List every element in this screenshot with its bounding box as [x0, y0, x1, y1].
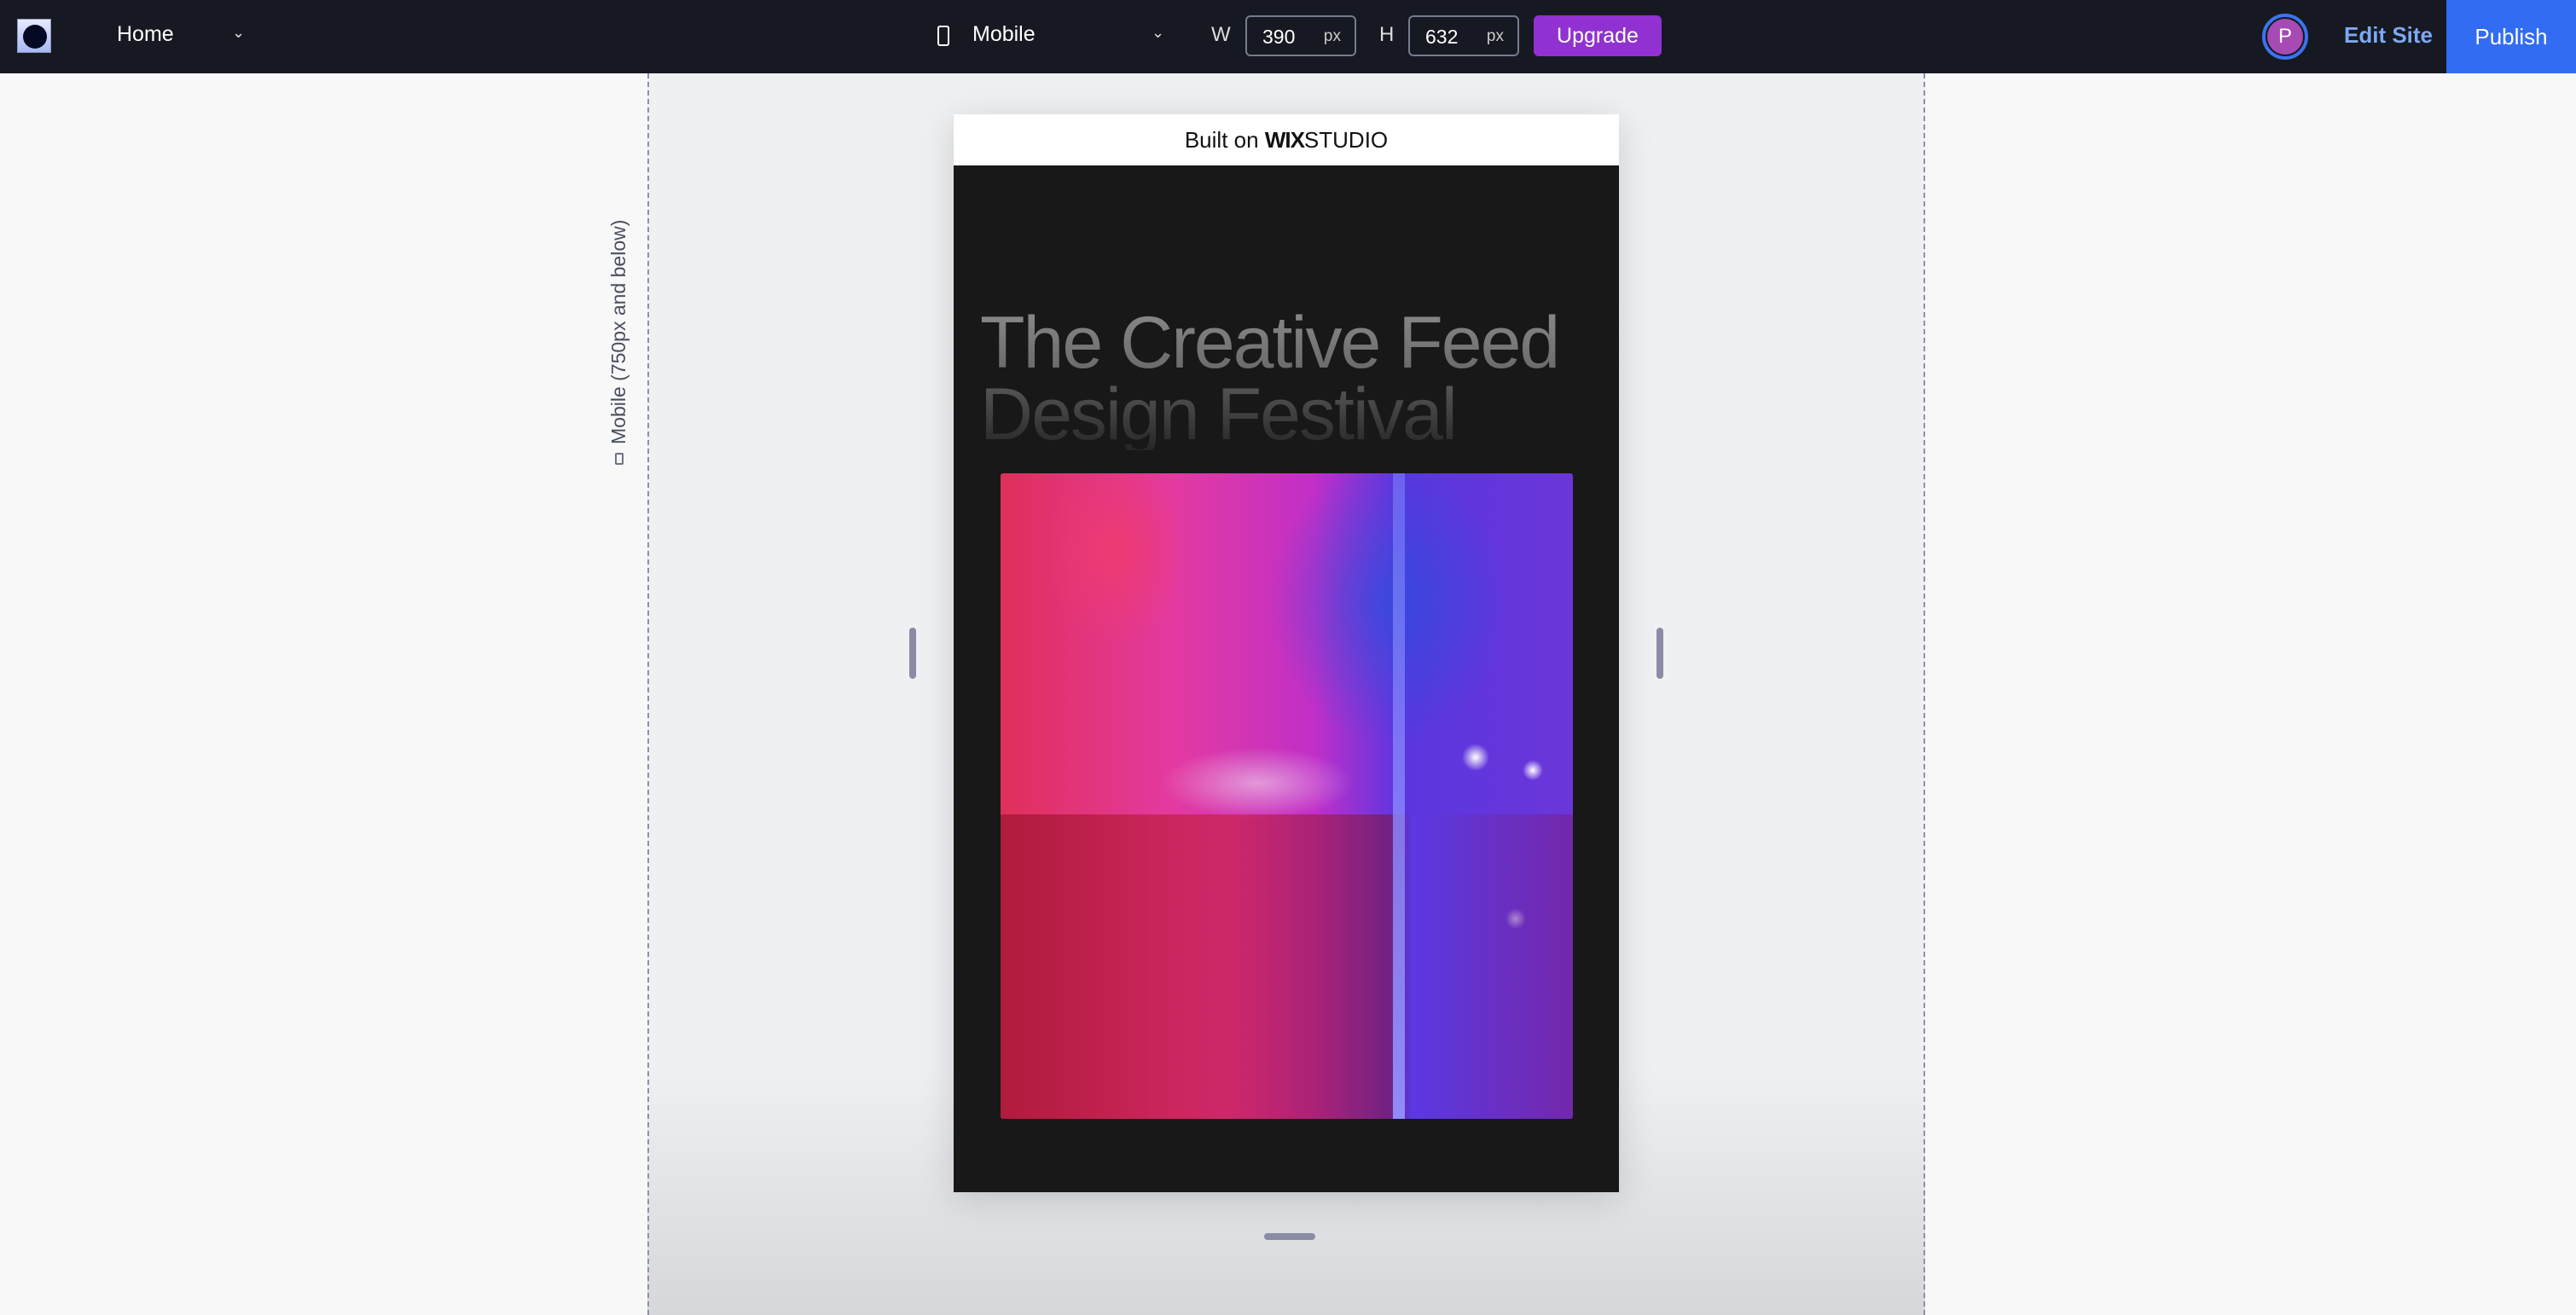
hero-image [1001, 473, 1573, 1119]
mobile-breakpoint-icon [614, 453, 624, 465]
logo-icon[interactable] [17, 19, 51, 53]
banner-brand: WIX [1264, 127, 1305, 153]
breakpoint-label: Mobile (750px and below) [607, 220, 630, 465]
hero-image-light-streak [1393, 473, 1405, 1119]
avatar[interactable]: P [2262, 14, 2308, 60]
avatar-initial: P [2267, 19, 2303, 55]
device-selector[interactable]: Mobile [972, 22, 1036, 47]
headline-line-1: The Creative Feed [980, 302, 1560, 384]
upgrade-button[interactable]: Upgrade [1534, 15, 1662, 56]
right-resize-handle[interactable] [1656, 628, 1663, 679]
width-unit: px [1323, 27, 1341, 45]
wix-banner[interactable]: Built on WIXSTUDIO [954, 114, 1619, 165]
width-label: W [1211, 23, 1231, 46]
site-preview-frame: Built on WIXSTUDIO The Creative Feed Des… [954, 114, 1619, 1192]
left-resize-handle[interactable] [909, 628, 916, 679]
edit-site-button[interactable]: Edit Site [2344, 22, 2433, 49]
bottom-resize-handle[interactable] [1264, 1233, 1315, 1240]
height-input[interactable]: 632 px [1408, 15, 1519, 56]
breakpoint-label-text: Mobile (750px and below) [607, 219, 629, 444]
page-selector[interactable]: Home [117, 22, 174, 47]
logo-dot [23, 25, 47, 49]
publish-button[interactable]: Publish [2446, 0, 2576, 73]
banner-suffix: STUDIO [1303, 127, 1389, 153]
hero-image-lower-tone [1001, 814, 1573, 1119]
height-value[interactable]: 632 [1425, 26, 1458, 49]
chevron-down-icon[interactable]: ⌄ [1152, 24, 1164, 42]
height-label: H [1379, 23, 1395, 46]
chevron-down-icon[interactable]: ⌄ [232, 24, 245, 42]
height-unit: px [1486, 27, 1504, 45]
width-input[interactable]: 390 px [1245, 15, 1356, 56]
top-bar: Home ⌄ Mobile ⌄ W 390 px H 632 px Upgrad… [0, 0, 2576, 73]
banner-prefix: Built on [1184, 127, 1259, 153]
mobile-device-icon [937, 26, 949, 46]
hero-headline: The Creative Feed Design Festival [980, 302, 1560, 451]
headline-line-2: Design Festival [980, 378, 1558, 451]
width-value[interactable]: 390 [1262, 26, 1295, 49]
